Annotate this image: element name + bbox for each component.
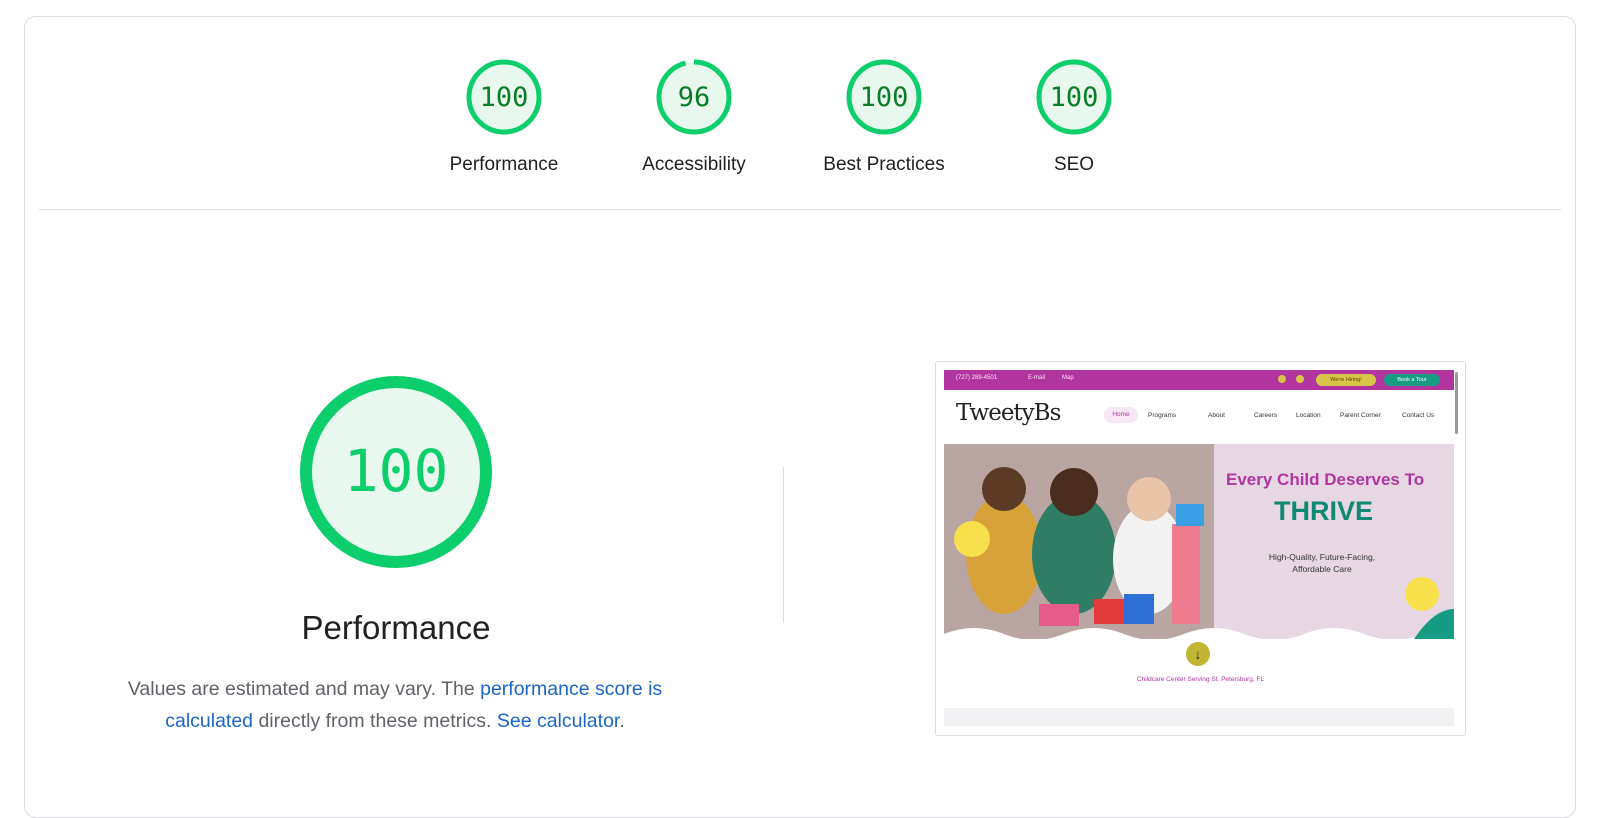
desc-text: Values are estimated and may vary. The [127, 678, 481, 700]
gauge-label: Best Practices [823, 154, 945, 175]
nav-home: Home [1104, 407, 1138, 423]
category-gauges: 100 Performance 96 Accessibility 100 Bes… [25, 17, 1575, 207]
performance-title: Performance [301, 609, 491, 646]
map-text: Map [1062, 375, 1074, 381]
gauge-ring: 100 [1036, 59, 1112, 135]
site-hero: Every Child Deserves To THRIVE High-Qual… [944, 444, 1454, 639]
nav-parent-corner: Parent Corner [1340, 412, 1381, 419]
screenshot-scrollbar [1455, 372, 1458, 434]
gauge-ring: 100 [846, 59, 922, 135]
nav-location: Location [1296, 412, 1321, 419]
hero-thrive: THRIVE [1274, 496, 1374, 526]
site-caption: Childcare Center Serving St. Petersburg,… [1136, 676, 1265, 683]
hero-subtext: High-Quality, Future-Facing, Affordable … [1268, 552, 1376, 574]
gauge-score: 100 [480, 82, 529, 113]
gauge-ring: 96 [656, 59, 732, 135]
gauge-best-practices[interactable]: 100 Best Practices [804, 57, 964, 176]
gauge-label: Accessibility [642, 154, 746, 175]
nav-programs: Programs [1148, 412, 1177, 419]
hero-heading: Every Child Deserves To [1226, 470, 1425, 489]
see-calculator-link[interactable]: See calculator [497, 710, 620, 732]
vertical-divider [783, 467, 784, 623]
performance-score-large: 100 [344, 437, 449, 505]
instagram-icon [1296, 375, 1304, 383]
gauge-accessibility[interactable]: 96 Accessibility [614, 57, 774, 176]
gauge-label: Performance [449, 154, 559, 175]
gauge-seo[interactable]: 100 SEO [994, 57, 1154, 176]
arrow-down-icon: ↓ [1186, 642, 1210, 666]
nav-about: About [1208, 412, 1225, 419]
nav-careers: Careers [1254, 412, 1278, 419]
facebook-icon [1278, 375, 1286, 383]
phone-text: (727) 289-4501 [956, 375, 998, 381]
email-text: E-mail [1028, 375, 1046, 381]
site-topbar: (727) 289-4501 E-mail Map We're Hiring! … [944, 370, 1454, 390]
gray-strip [944, 708, 1454, 726]
site-nav: TweetyBs Home Programs About Careers Loc… [944, 390, 1454, 444]
gauge-label: SEO [1053, 154, 1095, 175]
gauge-performance[interactable]: 100 Performance [424, 57, 584, 176]
report-card: 100 Performance 96 Accessibility 100 Bes… [24, 16, 1576, 818]
desc-text: directly from these metrics. [253, 710, 497, 732]
performance-gauge-large: 100 [296, 372, 496, 572]
performance-description: Values are estimated and may vary. The p… [95, 673, 695, 737]
nav-contact: Contact Us [1402, 412, 1435, 419]
desc-text: . [619, 710, 625, 732]
hiring-pill: We're Hiring! [1316, 374, 1376, 386]
gauge-score: 96 [678, 82, 711, 113]
gauge-score: 100 [1050, 82, 1099, 113]
section-divider [39, 209, 1561, 210]
final-screenshot[interactable]: (727) 289-4501 E-mail Map We're Hiring! … [935, 361, 1466, 736]
site-logo: TweetyBs [956, 400, 1061, 426]
book-tour-pill: Book a Tour [1384, 374, 1440, 386]
gauge-score: 100 [860, 82, 909, 113]
gauge-ring: 100 [466, 59, 542, 135]
gauge-ring-large: 100 [300, 376, 492, 568]
